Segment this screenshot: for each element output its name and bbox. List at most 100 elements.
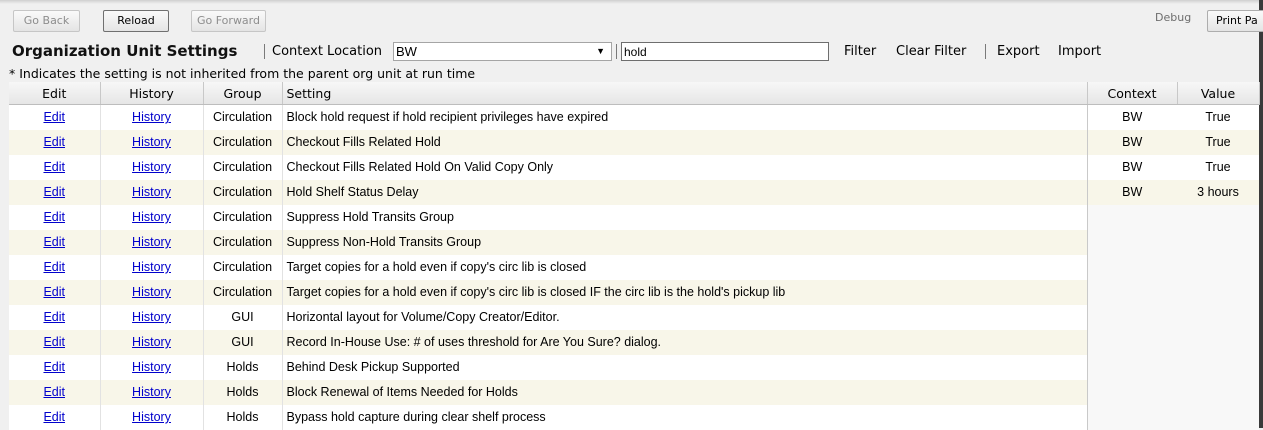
table-row[interactable]: Edit History Circulation Suppress Hold T… [9, 204, 1259, 230]
edit-link[interactable]: Edit [43, 135, 65, 149]
edit-link[interactable]: Edit [43, 360, 65, 374]
filter-button[interactable]: Filter [844, 44, 876, 59]
edit-link[interactable]: Edit [43, 410, 65, 424]
column-header-edit[interactable]: Edit [9, 82, 101, 105]
edit-link[interactable]: Edit [43, 260, 65, 274]
settings-header: Organization Unit Settings Context Locat… [9, 41, 1259, 63]
edit-cell: Edit [9, 154, 101, 180]
table-row[interactable]: Edit History GUI Horizontal layout for V… [9, 304, 1259, 330]
table-row[interactable]: Edit History Holds Bypass hold capture d… [9, 404, 1259, 430]
group-cell: Circulation [203, 104, 283, 130]
history-link[interactable]: History [132, 360, 171, 374]
column-header-setting[interactable]: Setting [282, 82, 1088, 105]
edit-cell: Edit [9, 279, 101, 305]
column-header-value[interactable]: Value [1177, 82, 1260, 105]
edit-cell: Edit [9, 179, 101, 205]
history-cell: History [100, 404, 204, 430]
history-link[interactable]: History [132, 410, 171, 424]
history-link[interactable]: History [132, 235, 171, 249]
edit-link[interactable]: Edit [43, 385, 65, 399]
context-location-select[interactable]: BW ▼ [393, 42, 612, 61]
history-link[interactable]: History [132, 160, 171, 174]
import-button[interactable]: Import [1058, 44, 1101, 59]
context-cell [1087, 279, 1177, 305]
table-row[interactable]: Edit History Circulation Checkout Fills … [9, 154, 1259, 180]
table-row[interactable]: Edit History Circulation Suppress Non-Ho… [9, 229, 1259, 255]
print-page-button[interactable]: Print Pa [1207, 10, 1263, 32]
history-link[interactable]: History [132, 135, 171, 149]
history-cell: History [100, 204, 204, 230]
edit-link[interactable]: Edit [43, 285, 65, 299]
history-cell: History [100, 104, 204, 130]
history-link[interactable]: History [132, 385, 171, 399]
table-row[interactable]: Edit History Circulation Target copies f… [9, 279, 1259, 305]
settings-table: Edit History Group Setting Context Value… [9, 82, 1260, 430]
value-cell [1177, 304, 1259, 330]
table-row[interactable]: Edit History Holds Behind Desk Pickup Su… [9, 354, 1259, 380]
edit-link[interactable]: Edit [43, 335, 65, 349]
history-link[interactable]: History [132, 110, 171, 124]
edit-cell: Edit [9, 129, 101, 155]
group-cell: Circulation [203, 204, 283, 230]
history-link[interactable]: History [132, 285, 171, 299]
history-cell: History [100, 279, 204, 305]
value-cell [1177, 229, 1259, 255]
group-cell: Circulation [203, 254, 283, 280]
group-cell: Circulation [203, 129, 283, 155]
table-row[interactable]: Edit History GUI Record In-House Use: # … [9, 329, 1259, 355]
edit-link[interactable]: Edit [43, 235, 65, 249]
history-link[interactable]: History [132, 335, 171, 349]
history-cell: History [100, 229, 204, 255]
table-row[interactable]: Edit History Circulation Block hold requ… [9, 104, 1259, 130]
history-cell: History [100, 304, 204, 330]
clear-filter-button[interactable]: Clear Filter [896, 44, 966, 59]
context-location-value: BW [396, 44, 417, 59]
divider [264, 44, 265, 59]
setting-cell: Hold Shelf Status Delay [281, 179, 1088, 205]
column-header-context[interactable]: Context [1087, 82, 1178, 105]
edit-link[interactable]: Edit [43, 160, 65, 174]
edit-link[interactable]: Edit [43, 185, 65, 199]
table-row[interactable]: Edit History Holds Block Renewal of Item… [9, 379, 1259, 405]
table-row[interactable]: Edit History Circulation Target copies f… [9, 254, 1259, 280]
context-cell [1087, 204, 1177, 230]
setting-cell: Target copies for a hold even if copy's … [281, 254, 1088, 280]
inheritance-note: * Indicates the setting is not inherited… [9, 66, 476, 81]
column-header-group[interactable]: Group [203, 82, 283, 105]
column-header-history[interactable]: History [100, 82, 204, 105]
reload-button[interactable]: Reload [103, 10, 169, 32]
setting-cell: Record In-House Use: # of uses threshold… [281, 329, 1088, 355]
export-button[interactable]: Export [997, 44, 1040, 59]
value-cell: True [1177, 154, 1259, 180]
history-link[interactable]: History [132, 310, 171, 324]
history-link[interactable]: History [132, 260, 171, 274]
table-row[interactable]: Edit History Circulation Checkout Fills … [9, 129, 1259, 155]
setting-cell: Block hold request if hold recipient pri… [281, 104, 1088, 130]
dropdown-arrow-icon[interactable]: ▼ [596, 43, 605, 60]
table-row[interactable]: Edit History Circulation Hold Shelf Stat… [9, 179, 1259, 205]
group-cell: Holds [203, 404, 283, 430]
setting-cell: Block Renewal of Items Needed for Holds [281, 379, 1088, 405]
setting-cell: Horizontal layout for Volume/Copy Creato… [281, 304, 1088, 330]
context-cell: BW [1087, 104, 1177, 130]
context-location-label: Context Location [272, 44, 383, 59]
context-cell: BW [1087, 154, 1177, 180]
filter-search-input[interactable] [621, 42, 829, 61]
edit-link[interactable]: Edit [43, 210, 65, 224]
window-right-edge [1259, 0, 1263, 428]
group-cell: Holds [203, 379, 283, 405]
edit-link[interactable]: Edit [43, 110, 65, 124]
group-cell: GUI [203, 329, 283, 355]
go-forward-button[interactable]: Go Forward [191, 10, 266, 32]
go-back-button[interactable]: Go Back [13, 10, 80, 32]
context-cell [1087, 379, 1177, 405]
group-cell: Holds [203, 354, 283, 380]
history-link[interactable]: History [132, 185, 171, 199]
edit-link[interactable]: Edit [43, 310, 65, 324]
context-cell [1087, 254, 1177, 280]
history-link[interactable]: History [132, 210, 171, 224]
value-cell [1177, 379, 1259, 405]
edit-cell: Edit [9, 104, 101, 130]
value-cell [1177, 329, 1259, 355]
debug-label[interactable]: Debug [1155, 11, 1191, 24]
